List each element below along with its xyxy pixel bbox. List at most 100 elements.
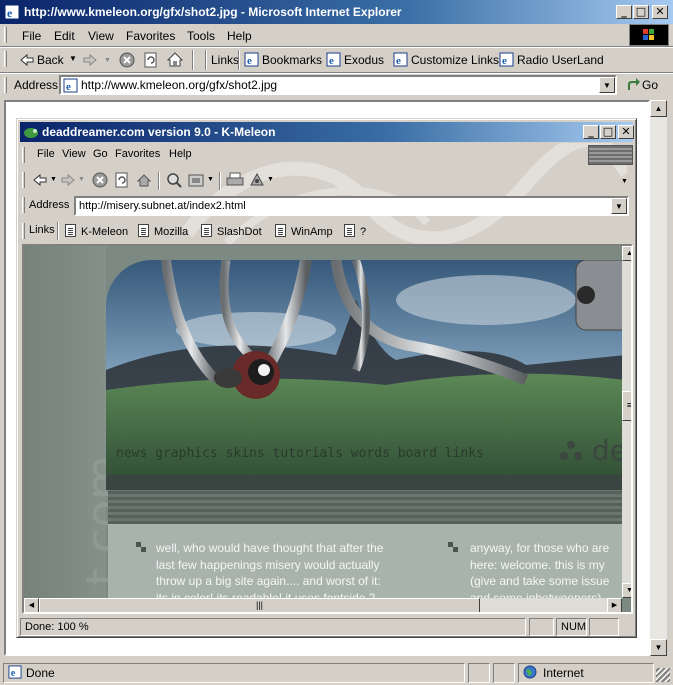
menu-file[interactable]: File (22, 29, 41, 43)
page-icon (275, 224, 286, 237)
kmeleon-window: deaddreamer.com version 9.0 - K-Meleon _… (16, 118, 637, 638)
km-address-label: Address (29, 199, 70, 211)
ie-page-icon: e (4, 4, 20, 20)
back-button[interactable]: Back ▼ (14, 51, 82, 69)
refresh-icon[interactable] (143, 52, 159, 68)
km-link-kmeleon[interactable]: K-Meleon (65, 224, 128, 238)
site-text-panel: well, who would have thought that after … (108, 524, 622, 604)
km-horizontal-scrollbar[interactable]: ◀ ||| ▶ (24, 598, 622, 612)
menu-edit[interactable]: Edit (54, 29, 75, 43)
km-reload-icon[interactable] (114, 172, 130, 188)
km-toolbar-chevron-icon[interactable]: ▼ (621, 178, 628, 185)
km-toolbar: ▼ ▼ ▼ ▼ ▼ (20, 169, 633, 193)
km-address-dropdown-button[interactable]: ▼ (611, 198, 627, 214)
km-maximize-button[interactable]: □ (600, 125, 616, 139)
ie-link-icon: e (326, 52, 341, 67)
toolbar-grip[interactable] (4, 51, 7, 67)
scroll-down-arrow-icon[interactable]: ▼ (650, 639, 667, 656)
ie-vertical-scrollbar[interactable]: ▲ ▼ (650, 100, 667, 656)
ie-link-icon: e (499, 52, 514, 67)
address-input[interactable]: e http://www.kmeleon.org/gfx/shot2.jpg ▼ (59, 75, 617, 95)
km-link-winamp[interactable]: WinAmp (275, 224, 333, 238)
ie-title-bar[interactable]: e http://www.kmeleon.org/gfx/shot2.jpg -… (0, 0, 673, 24)
home-icon[interactable] (166, 51, 184, 68)
ie-menu-bar: File Edit View Favorites Tools Help (0, 24, 673, 46)
km-scroll-right-icon[interactable]: ▶ (607, 598, 622, 612)
km-menu-help[interactable]: Help (169, 148, 192, 160)
km-hscroll-thumb[interactable]: ||| (39, 598, 480, 612)
forward-arrow-icon[interactable] (82, 53, 98, 67)
maximize-button[interactable]: □ (633, 5, 649, 19)
links-label: Links (211, 53, 240, 67)
km-tools-dropdown-icon[interactable]: ▼ (267, 176, 274, 183)
km-status-cell (529, 618, 554, 636)
km-menu-file[interactable]: File (37, 148, 55, 160)
km-minimize-button[interactable]: _ (583, 125, 599, 139)
menu-tools[interactable]: Tools (187, 29, 215, 43)
resize-grip-icon[interactable] (656, 668, 670, 682)
km-close-button[interactable]: ✕ (618, 125, 634, 139)
link-exodus[interactable]: e Exodus (326, 51, 386, 69)
forward-dropdown-icon[interactable]: ▼ (104, 57, 111, 64)
ie-address-bar: Address e http://www.kmeleon.org/gfx/sho… (0, 72, 673, 98)
km-status-bar: Done: 100 % NUM (20, 618, 633, 636)
scroll-up-arrow-icon[interactable]: ▲ (650, 100, 667, 117)
addressbar-grip[interactable] (4, 77, 7, 93)
km-bookmarks-dropdown-icon[interactable]: ▼ (207, 176, 214, 183)
km-scroll-thumb[interactable]: ≡ (622, 391, 631, 421)
close-button[interactable]: ✕ (652, 5, 668, 19)
go-arrow-icon (628, 78, 640, 90)
stop-icon[interactable] (119, 52, 135, 68)
menu-view[interactable]: View (88, 29, 114, 43)
ie-toolbar: Back ▼ ▼ Links e Bookmarks e Exodus e Cu… (0, 46, 673, 72)
km-print-icon[interactable] (226, 172, 244, 188)
ie-status-text: e Done (3, 663, 465, 683)
km-page-view[interactable]: t.com news graphics skins tutorials word… (22, 244, 633, 614)
km-back-dropdown-icon[interactable]: ▼ (50, 176, 57, 183)
km-link-slashdot[interactable]: SlashDot (201, 224, 262, 238)
link-bookmarks[interactable]: e Bookmarks (244, 51, 322, 69)
km-menubar-grip[interactable] (22, 147, 25, 163)
km-linksbar-grip[interactable] (22, 223, 25, 239)
minimize-button[interactable]: _ (616, 5, 632, 19)
site-logo-dots-icon (560, 441, 582, 460)
kmeleon-title-bar[interactable]: deaddreamer.com version 9.0 - K-Meleon _… (20, 122, 634, 142)
km-addressbar-grip[interactable] (22, 197, 25, 213)
km-status-cell (589, 618, 619, 636)
km-home-icon[interactable] (136, 172, 152, 188)
menu-favorites[interactable]: Favorites (126, 29, 175, 43)
back-dropdown-icon[interactable]: ▼ (69, 54, 77, 63)
link-customize-links[interactable]: e Customize Links (393, 51, 499, 69)
km-menu-bar: File View Go Favorites Help (20, 144, 633, 166)
km-scroll-up-icon[interactable]: ▲ (622, 246, 631, 261)
km-bookmarks-icon[interactable] (188, 172, 206, 188)
km-link-mozilla[interactable]: Mozilla (138, 224, 188, 238)
ie-status-zone: Internet (518, 663, 654, 683)
km-tools-icon[interactable] (248, 171, 266, 189)
km-menu-go[interactable]: Go (93, 148, 108, 160)
svg-text:e: e (11, 668, 16, 679)
km-forward-dropdown-icon[interactable]: ▼ (78, 176, 85, 183)
menu-help[interactable]: Help (227, 29, 252, 43)
km-address-input[interactable]: http://misery.subnet.at/index2.html ▼ (74, 196, 629, 216)
km-forward-icon[interactable] (60, 173, 76, 187)
link-radio-userland[interactable]: e Radio UserLand (499, 51, 604, 69)
go-button[interactable]: Go (624, 76, 668, 94)
km-scroll-down-icon[interactable]: ▼ (622, 583, 631, 598)
km-menu-view[interactable]: View (62, 148, 86, 160)
site-nav-menu[interactable]: news graphics skins tutorials words boar… (116, 446, 484, 461)
ie-status-cell (493, 663, 515, 683)
site-divider-strip (108, 490, 622, 524)
km-scroll-left-icon[interactable]: ◀ (24, 598, 39, 612)
svg-text:e: e (247, 55, 252, 67)
km-back-icon[interactable] (32, 173, 48, 187)
km-search-icon[interactable] (166, 172, 182, 188)
address-dropdown-button[interactable]: ▼ (599, 77, 615, 93)
page-icon (201, 224, 212, 237)
km-stop-icon[interactable] (92, 172, 108, 188)
km-link-question[interactable]: ? (344, 224, 366, 238)
km-vertical-scrollbar[interactable]: ▲ ≡ ▼ (622, 246, 631, 598)
menubar-grip[interactable] (4, 27, 7, 43)
km-toolbar-grip[interactable] (22, 172, 25, 188)
km-menu-favorites[interactable]: Favorites (115, 148, 160, 160)
